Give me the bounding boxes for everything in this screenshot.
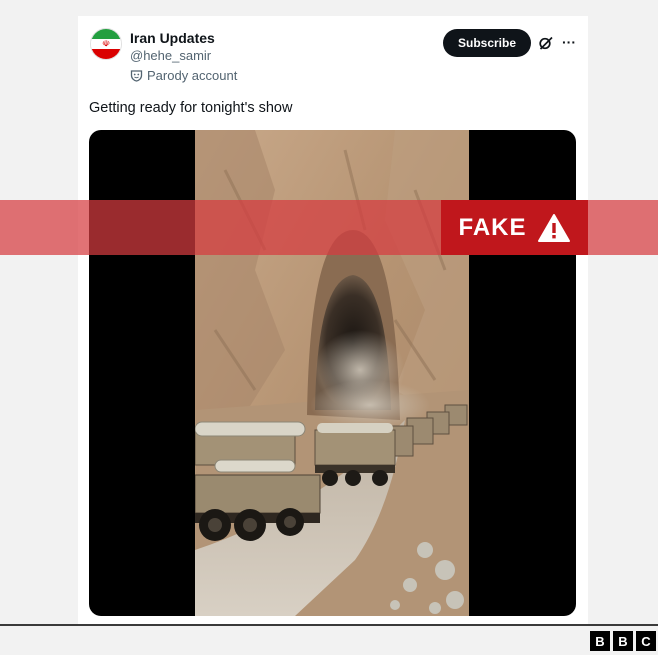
grok-icon[interactable] [538,35,554,51]
parody-mask-icon [130,70,143,82]
fake-label-box: FAKE [441,200,588,255]
more-options-icon[interactable]: ··· [561,32,577,52]
bbc-logo: B B C [590,631,656,651]
warning-icon [537,213,570,242]
bbc-logo-letter: B [613,631,633,651]
display-name[interactable]: Iran Updates [130,30,215,46]
bbc-logo-letter: C [636,631,656,651]
parody-badge: Parody account [130,68,237,83]
bbc-logo-letter: B [590,631,610,651]
subscribe-button[interactable]: Subscribe [443,29,531,57]
parody-label: Parody account [147,68,238,83]
flag-emblem-icon: ☫ [101,38,111,49]
divider [0,624,658,626]
avatar[interactable]: ☫ [90,28,122,60]
handle[interactable]: @hehe_samir [130,48,211,63]
fake-label: FAKE [458,213,527,241]
tweet-text: Getting ready for tonight's show [89,100,293,116]
